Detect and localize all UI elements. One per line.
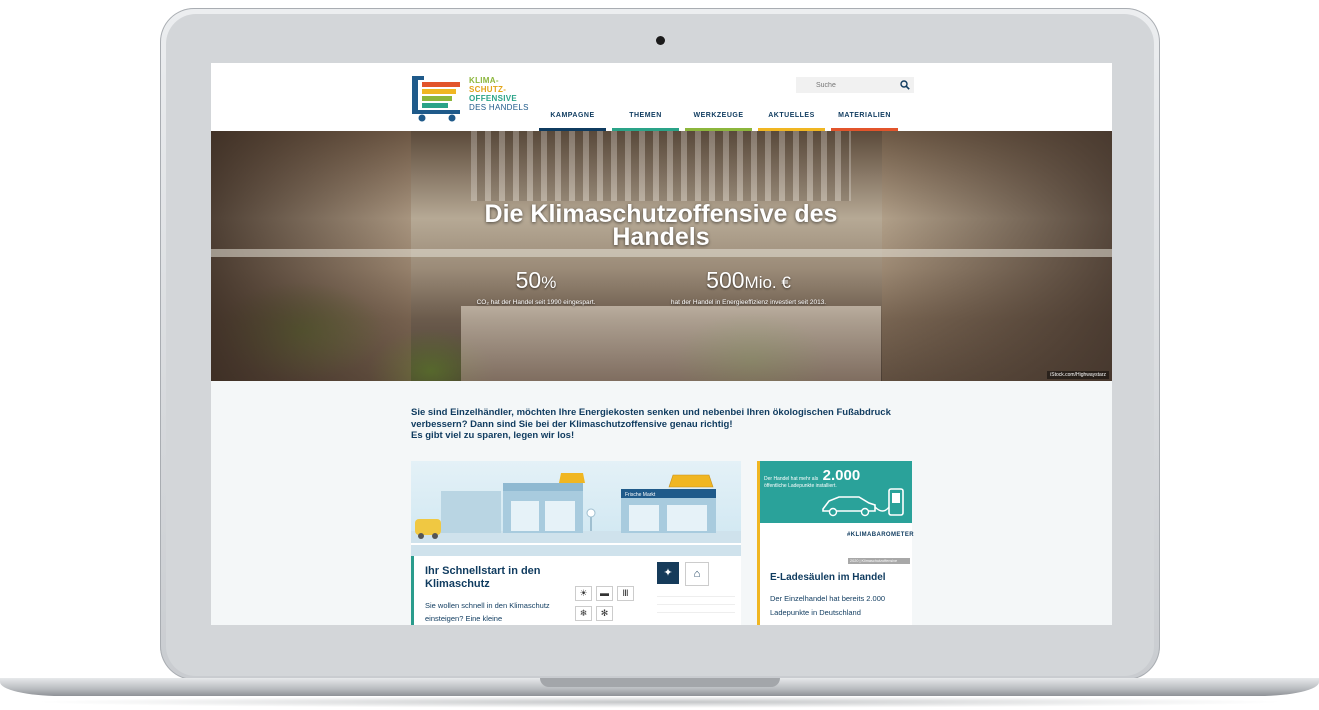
nav-label: KAMPAGNE	[550, 112, 595, 119]
tool-preview: ☀ ▬ Ⅲ ❄ ✻ ✦ ⌂	[571, 558, 741, 625]
intro-paragraph: Sie sind Einzelhändler, möchten Ihre Ene…	[411, 407, 891, 430]
logo-line-2: SCHUTZ-	[469, 85, 507, 94]
card-stat-value: 2.000	[822, 467, 861, 484]
date-badge: 2020 | Klimaschutzoffensive	[848, 558, 910, 564]
logo-line-3: OFFENSIVE	[469, 94, 518, 103]
nav-aktuelles[interactable]: AKTUELLES	[755, 107, 828, 131]
laptop-shadow	[30, 696, 1290, 708]
nav-label: MATERIALIEN	[838, 112, 891, 119]
site-header: KLIMA- SCHUTZ- OFFENSIVE DES HANDELS KAM…	[211, 63, 1112, 131]
nav-werkzeuge[interactable]: WERKZEUGE	[682, 107, 755, 131]
shopping-cart-logo-icon[interactable]	[410, 74, 464, 122]
nav-label: THEMEN	[629, 112, 662, 119]
lightbulb-icon: ✦	[657, 562, 679, 584]
stat-unit: Mio. €	[744, 273, 791, 292]
charging-card[interactable]: Der Handel hat mehr als 2.000 öffentlich…	[757, 461, 914, 625]
card-title: E-Ladesäulen im Handel	[770, 572, 886, 583]
tool-row	[657, 600, 735, 605]
card-stat-prefix: Der Handel hat mehr als	[764, 476, 819, 482]
stat-description: CO₂ hat der Handel seit 1990 eingespart.	[476, 299, 596, 306]
photo-credit: iStock.com/Highwaystarz	[1047, 371, 1109, 379]
sun-icon: ☀	[575, 586, 592, 601]
hashtag-label[interactable]: #KLIMABAROMETER	[847, 532, 914, 538]
store-sign: Frische Markt	[625, 492, 656, 498]
search-box	[796, 77, 914, 93]
card-text: Sie wollen schnell in den Klimaschutz ei…	[425, 601, 550, 623]
card-title: Ihr Schnellstart in den Klimaschutz	[425, 565, 541, 590]
stat-unit: %	[541, 273, 557, 292]
hero-photo-floor	[461, 306, 881, 381]
laptop-notch	[540, 678, 780, 687]
intro-call-to-action: Es gibt viel zu sparen, legen wir los!	[411, 430, 575, 441]
website-screen: KLIMA- SCHUTZ- OFFENSIVE DES HANDELS KAM…	[211, 63, 1112, 625]
tool-row	[657, 608, 735, 613]
radiator-icon: Ⅲ	[617, 586, 634, 601]
stat-number: 50	[515, 267, 542, 293]
intro-text: Sie sind Einzelhändler, möchten Ihre Ene…	[411, 407, 911, 442]
nav-materialien[interactable]: MATERIALIEN	[828, 107, 901, 131]
tool-row	[657, 592, 735, 597]
stat-value: 50%	[436, 267, 636, 296]
nav-kampagne[interactable]: KAMPAGNE	[536, 107, 609, 131]
store-illustration: Frische Markt	[411, 461, 741, 556]
hero-title: Die Klimaschutzoffensive des Handels	[484, 200, 838, 251]
stat-description: hat der Handel in Energieeffizienz inves…	[670, 299, 827, 306]
search-icon[interactable]	[900, 80, 910, 90]
street-illustration: Frische Markt	[411, 473, 741, 556]
nav-themen[interactable]: THEMEN	[609, 107, 682, 131]
hero-photo-ceiling	[471, 131, 851, 201]
search-input[interactable]	[796, 77, 912, 93]
card-accent	[757, 461, 760, 625]
logo-line-1: KLIMA-	[469, 76, 499, 85]
window-icon: ▬	[596, 586, 613, 601]
store-icon: ⌂	[685, 562, 709, 586]
card-stat-header: Der Handel hat mehr als 2.000 öffentlich…	[757, 461, 912, 523]
stat-investment: 500Mio. € hat der Handel in Energieeffiz…	[641, 267, 856, 307]
snowflake-icon: ❄	[575, 606, 592, 621]
stat-value: 500Mio. €	[641, 267, 856, 296]
nav-label: WERKZEUGE	[693, 112, 744, 119]
fan-icon: ✻	[596, 606, 613, 621]
stat-co2: 50% CO₂ hat der Handel seit 1990 eingesp…	[436, 267, 636, 307]
quickstart-card[interactable]: Frische Markt Ihr Schnellstart in den Kl…	[411, 461, 741, 625]
nav-label: AKTUELLES	[768, 112, 815, 119]
main-nav: KAMPAGNE THEMEN WERKZEUGE AKTUELLES MATE…	[536, 107, 901, 131]
electric-car-icon	[822, 488, 904, 517]
card-text: Der Einzelhandel hat bereits 2.000 Ladep…	[770, 594, 886, 617]
hero-banner: Die Klimaschutzoffensive des Handels 50%…	[211, 131, 1112, 381]
camera-icon	[656, 36, 665, 45]
stat-number: 500	[706, 267, 745, 293]
card-accent	[411, 556, 414, 625]
